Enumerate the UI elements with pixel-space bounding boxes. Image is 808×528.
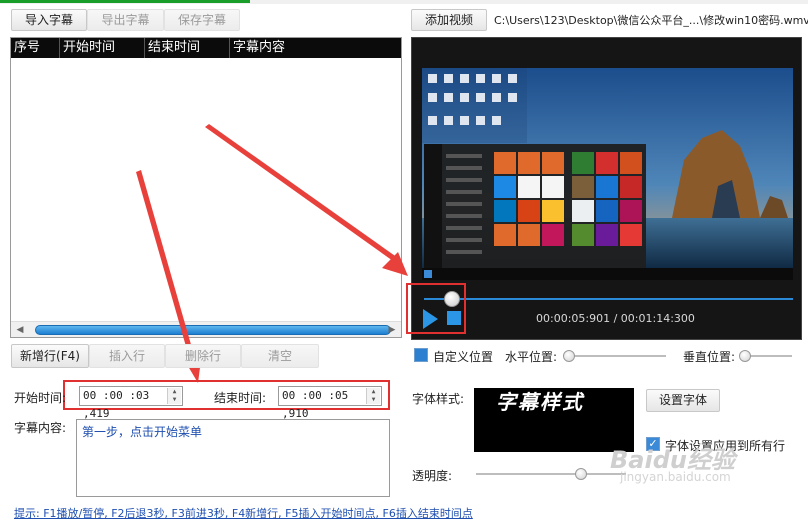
- baidu-watermark-url: jingyan.baidu.com: [620, 470, 731, 484]
- shortcut-hint: 提示: F1播放/暂停, F2后退3秒, F3前进3秒, F4新增行, F5插入…: [14, 507, 473, 520]
- start-time-input[interactable]: 00 :00 :03 ,419 ▲ ▼: [79, 386, 183, 420]
- end-time-label: 结束时间:: [214, 391, 267, 405]
- custom-position-label: 自定义位置: [433, 350, 494, 364]
- horizontal-position-label: 水平位置:: [505, 350, 558, 364]
- end-time-spinner[interactable]: ▲ ▼: [366, 388, 380, 404]
- end-time-input[interactable]: 00 :00 :05 ,910 ▲ ▼: [278, 386, 382, 420]
- subtitle-content-textarea[interactable]: 第一步，点击开始菜单: [76, 419, 390, 497]
- insert-row-button[interactable]: 插入行: [89, 344, 165, 368]
- subtitle-content-label: 字幕内容:: [14, 421, 67, 435]
- delete-row-button[interactable]: 删除行: [165, 344, 241, 368]
- horizontal-position-knob[interactable]: [563, 350, 575, 362]
- custom-position-checkbox[interactable]: [414, 348, 428, 362]
- start-time-spinner[interactable]: ▲ ▼: [167, 388, 181, 404]
- vertical-position-label: 垂直位置:: [683, 350, 736, 364]
- opacity-knob[interactable]: [575, 468, 587, 480]
- opacity-label: 透明度:: [412, 469, 453, 483]
- clear-button[interactable]: 清空: [241, 344, 319, 368]
- horizontal-position-track[interactable]: [566, 355, 666, 357]
- start-time-label: 开始时间:: [14, 391, 67, 405]
- set-font-button[interactable]: 设置字体: [646, 389, 720, 412]
- font-style-label: 字体样式:: [412, 392, 465, 406]
- vertical-position-knob[interactable]: [739, 350, 751, 362]
- new-row-button[interactable]: 新增行(F4): [11, 344, 89, 368]
- opacity-track[interactable]: [476, 473, 626, 475]
